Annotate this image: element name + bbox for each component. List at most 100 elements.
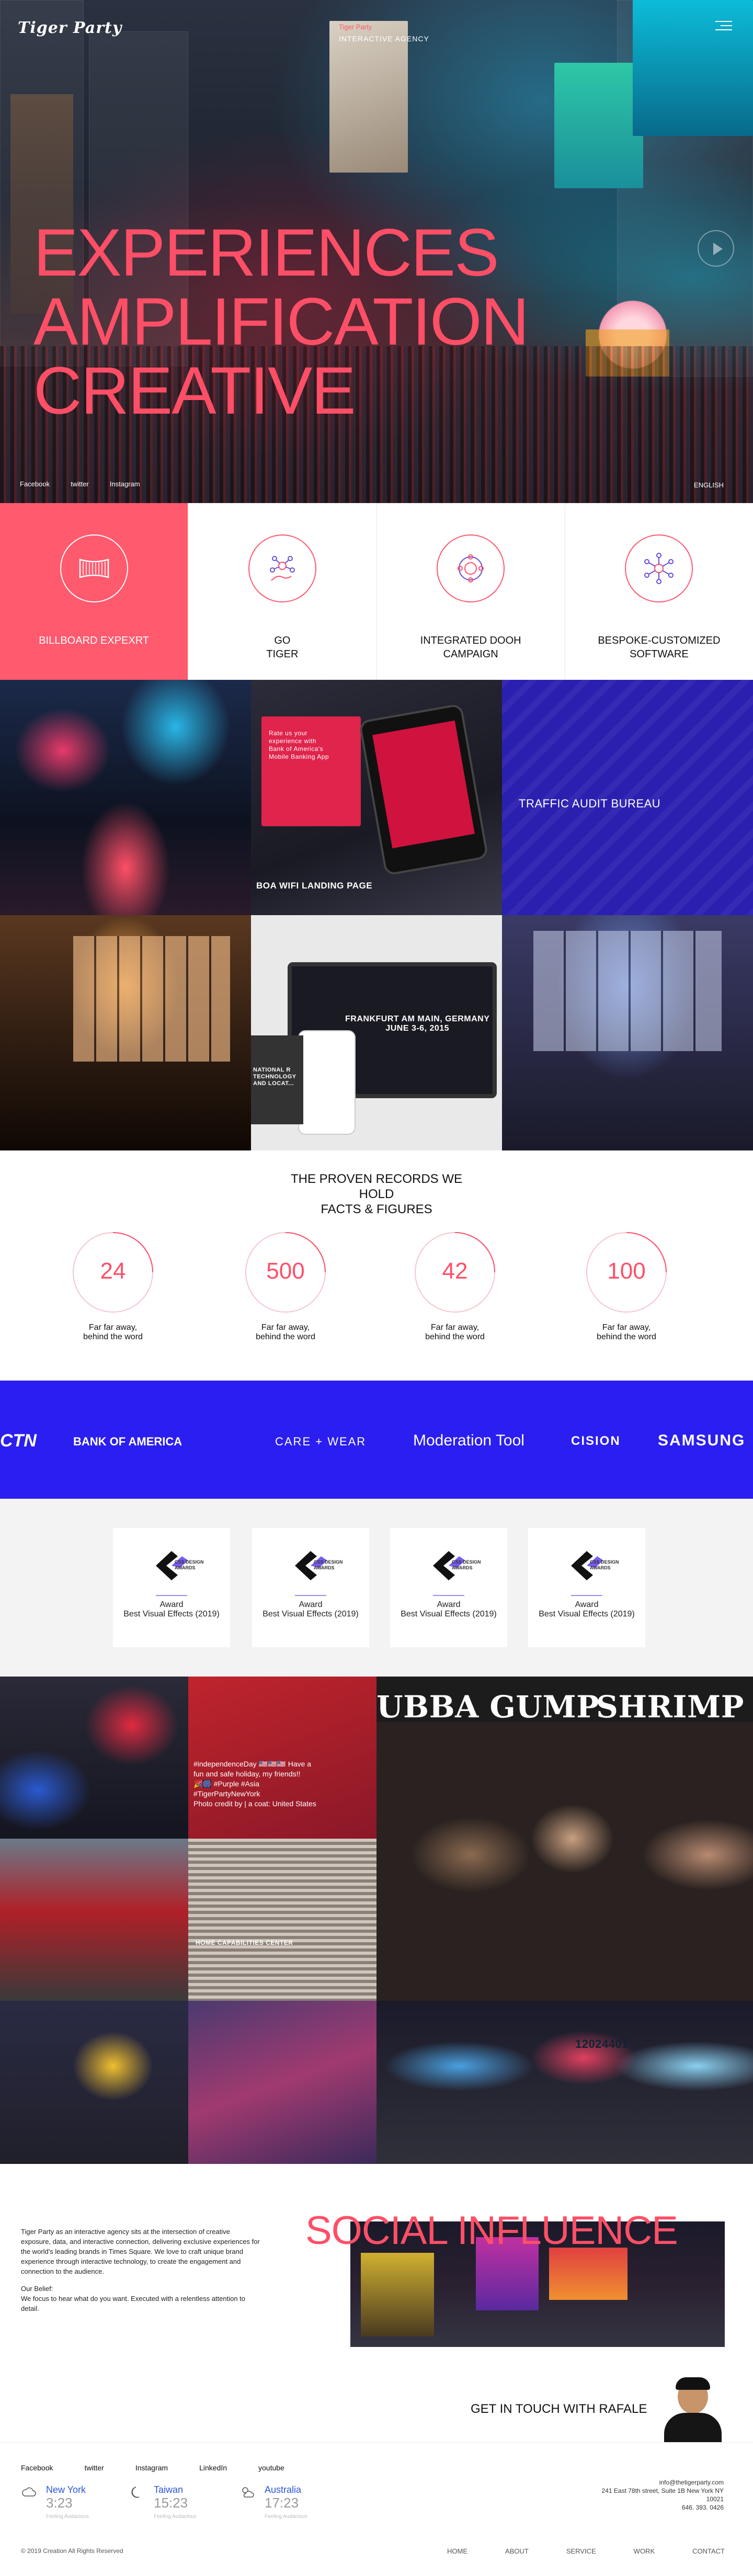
hero-line: AMPLIFICATION <box>33 284 529 359</box>
services-section: BILLBOARD EXPEXRT GO TIGER INTEGRATED DO… <box>0 503 753 680</box>
awards-section: Award Best Visual Effects (2019) CSS DES… <box>0 1499 753 1677</box>
frankfurt-caption: FRANKFURT AM MAIN, GERMANY JUNE 3-6, 201… <box>345 1015 490 1033</box>
award-badge-text: CSS DESIGN AWARDS <box>175 1559 204 1570</box>
contact-cta[interactable]: GET IN TOUCH WITH RAFALE <box>471 2402 647 2417</box>
award-card[interactable]: Award Best Visual Effects (2019) CSS DES… <box>528 1528 645 1647</box>
social-photo[interactable]: 12024401 <box>376 2001 753 2164</box>
stat-value: 500 <box>266 1258 305 1284</box>
service-label: GO TIGER <box>266 635 299 660</box>
play-video-icon[interactable] <box>698 230 734 267</box>
city-feel: Feeling Audacious <box>46 2514 89 2520</box>
belief-text: We focus to hear what do you want. Execu… <box>21 2295 246 2312</box>
nav-home[interactable]: HOME <box>447 2547 467 2555</box>
award-title: Award <box>575 1600 599 1609</box>
twitter-link[interactable]: twitter <box>84 2464 104 2472</box>
award-subtitle: Best Visual Effects (2019) <box>123 1610 220 1618</box>
shrimp-sign: SHRIMP <box>596 1689 744 1725</box>
clients-strip: CTN BANK OF AMERICA CARE + WEAR Moderati… <box>0 1381 753 1499</box>
portfolio-times-square[interactable] <box>0 680 251 915</box>
award-badge-text: CSS DESIGN AWARDS <box>314 1559 343 1570</box>
client-logo-boa[interactable]: BANK OF AMERICA <box>73 1435 182 1449</box>
portfolio-frankfurt[interactable]: FRANKFURT AM MAIN, GERMANY JUNE 3-6, 201… <box>251 915 502 1150</box>
nav-service[interactable]: SERVICE <box>566 2547 596 2555</box>
capabilities-text: HOME CAPABILITIES CENTER <box>196 1939 293 1946</box>
client-logo-cision[interactable]: CISION <box>571 1434 621 1449</box>
award-subtitle: Best Visual Effects (2019) <box>539 1610 635 1618</box>
stat-text: Far far away, behind the word <box>256 1323 315 1341</box>
service-software[interactable]: BESPOKE-CUSTOMIZED SOFTWARE <box>564 503 753 680</box>
tagline-brand: Tiger Party <box>339 23 372 31</box>
nav-about[interactable]: ABOUT <box>505 2547 529 2555</box>
hamburger-menu-icon[interactable] <box>715 21 732 32</box>
social-bubba-gump[interactable]: UBBA GUMP SHRIMP <box>376 1677 753 2001</box>
nav-work[interactable]: WORK <box>634 2547 655 2555</box>
linkedin-link[interactable]: LinkedIn <box>199 2464 227 2472</box>
social-photo[interactable] <box>0 1677 188 1839</box>
stat-item: 500 Far far away, behind the word <box>233 1231 338 1342</box>
city-time: 3:23 <box>46 2495 73 2511</box>
service-label: INTEGRATED DOOH CAMPAIGN <box>420 635 521 660</box>
rafale-avatar <box>660 2376 726 2442</box>
service-label: BILLBOARD EXPEXRT <box>39 635 150 646</box>
logo[interactable]: Tiger Party <box>18 19 122 37</box>
instagram-caption: #independenceDay 🇺🇸🇺🇸🇺🇸 Have a fun and s… <box>193 1760 316 1808</box>
facebook-link[interactable]: Facebook <box>20 480 50 488</box>
moon-icon <box>131 2487 140 2498</box>
portfolio-boa-wifi[interactable]: Rate us your experience with Bank of Ame… <box>251 680 502 915</box>
national-caption: NATIONAL R TECHNOLOGY AND LOCAT... <box>253 1067 296 1087</box>
stat-value: 42 <box>442 1258 468 1284</box>
nav-contact[interactable]: CONTACT <box>692 2547 725 2555</box>
stat-text: Far far away, behind the word <box>83 1323 143 1341</box>
instagram-link[interactable]: Instagram <box>110 480 140 488</box>
footer-social-links: Facebook twitter Instagram LinkedIn yout… <box>21 2464 284 2472</box>
facebook-link[interactable]: Facebook <box>21 2464 53 2472</box>
award-card[interactable]: Award Best Visual Effects (2019) CSS DES… <box>390 1528 507 1647</box>
cloud-icon <box>22 2487 36 2497</box>
gump-sign: UBBA GUMP <box>376 1689 600 1725</box>
social-photo[interactable] <box>0 1839 188 2001</box>
portfolio-exhibition[interactable] <box>0 915 251 1150</box>
hero-social-links: Facebook twitter Instagram <box>20 480 140 488</box>
city-feel: Feeling Audacious <box>265 2514 307 2520</box>
client-logo-moderation[interactable]: Moderation Tool <box>413 1432 524 1450</box>
portfolio-video-wall[interactable] <box>502 915 753 1150</box>
service-go-tiger[interactable]: GO TIGER <box>188 503 376 680</box>
stat-value: 100 <box>607 1258 646 1284</box>
award-title: Award <box>159 1600 184 1609</box>
service-dooh[interactable]: INTEGRATED DOOH CAMPAIGN <box>376 503 565 680</box>
stat-text: Far far away, behind the word <box>425 1323 485 1341</box>
social-photo[interactable]: HOME CAPABILITIES CENTER <box>188 1839 376 2001</box>
social-photo[interactable] <box>188 2001 376 2164</box>
youtube-link[interactable]: youtube <box>258 2464 284 2472</box>
copyright: © 2019 Creation All Rights Reserved <box>21 2547 123 2555</box>
city-name: New York <box>46 2484 86 2495</box>
award-card[interactable]: Award Best Visual Effects (2019) CSS DES… <box>252 1528 369 1647</box>
client-logo-care-wear[interactable]: CARE + WEAR <box>275 1435 366 1449</box>
client-logo-ctn[interactable]: CTN <box>0 1431 37 1451</box>
portfolio-caption: TRAFFIC AUDIT BUREAU <box>519 797 661 810</box>
hands-circle-icon <box>437 534 505 602</box>
stat-item: 100 Far far away, behind the word <box>574 1231 679 1342</box>
client-logo-samsung[interactable]: SAMSUNG <box>658 1432 745 1450</box>
city-feel: Feeling Audacious <box>154 2514 197 2520</box>
footer: Facebook twitter Instagram LinkedIn yout… <box>0 2442 753 2576</box>
billboard-icon <box>60 534 128 602</box>
social-photo[interactable] <box>0 2001 188 2164</box>
language-selector[interactable]: ENGLISH <box>694 481 724 489</box>
city-time: 15:23 <box>154 2495 188 2511</box>
service-billboard[interactable]: BILLBOARD EXPEXRT <box>0 503 188 680</box>
award-card[interactable]: Award Best Visual Effects (2019) CSS DES… <box>113 1528 230 1647</box>
service-label: BESPOKE-CUSTOMIZED SOFTWARE <box>598 635 721 660</box>
twitter-link[interactable]: twitter <box>71 480 89 488</box>
city-time: 17:23 <box>265 2495 299 2511</box>
portfolio-traffic-audit[interactable]: TRAFFIC AUDIT BUREAU <box>502 680 753 915</box>
award-subtitle: Best Visual Effects (2019) <box>263 1610 359 1618</box>
social-instagram-post[interactable] <box>188 1677 376 1839</box>
social-grid: #independenceDay 🇺🇸🇺🇸🇺🇸 Have a fun and s… <box>0 1677 753 2164</box>
about-section: Tiger Party as an interactive agency sit… <box>0 2164 753 2442</box>
instagram-link[interactable]: Instagram <box>135 2464 168 2472</box>
contact-info[interactable]: info@thetigerparty.com 241 East 78th str… <box>602 2478 724 2512</box>
hero-line: CREATIVE <box>33 354 356 428</box>
hero-headline: EXPERIENCES AMPLIFICATION CREATIVE <box>33 219 529 428</box>
stat-item: 42 Far far away, behind the word <box>403 1231 507 1342</box>
